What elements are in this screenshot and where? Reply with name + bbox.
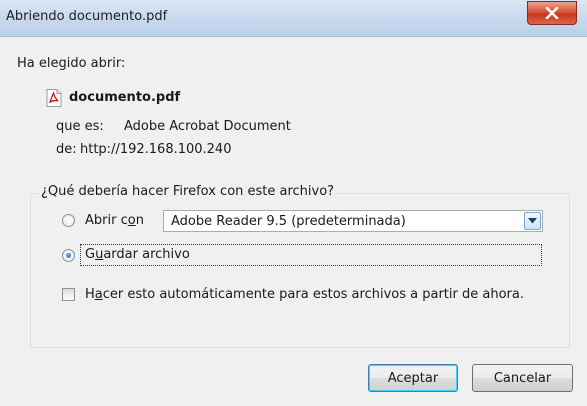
- close-icon: [545, 7, 559, 19]
- action-group-legend: ¿Qué debería hacer Firefox con este arch…: [38, 184, 338, 199]
- close-button[interactable]: [527, 1, 577, 25]
- from-value: http://192.168.100.240: [80, 142, 232, 157]
- radio-selected-dot: [66, 253, 71, 258]
- from-label: de:: [56, 142, 77, 157]
- file-name: documento.pdf: [69, 90, 181, 105]
- type-label: que es:: [56, 119, 104, 134]
- app-select-value: Adobe Reader 9.5 (predeterminada): [171, 214, 406, 229]
- intro-text: Ha elegido abrir:: [17, 56, 126, 71]
- auto-label[interactable]: Hacer esto automáticamente para estos ar…: [85, 287, 524, 302]
- chevron-down-icon: [528, 218, 537, 224]
- window-title: Abriendo documento.pdf: [6, 9, 168, 24]
- dropdown-button[interactable]: [524, 212, 541, 230]
- app-select[interactable]: Adobe Reader 9.5 (predeterminada): [163, 210, 543, 232]
- save-file-radio[interactable]: [62, 249, 75, 262]
- auto-checkbox[interactable]: [62, 288, 75, 301]
- open-with-radio[interactable]: [62, 214, 75, 227]
- cancel-button[interactable]: Cancelar: [472, 364, 573, 392]
- type-value: Adobe Acrobat Document: [124, 119, 291, 134]
- ok-button[interactable]: Aceptar: [368, 364, 458, 392]
- open-with-label[interactable]: Abrir con: [85, 213, 144, 228]
- title-bar[interactable]: Abriendo documento.pdf: [0, 0, 587, 37]
- pdf-icon: [46, 89, 62, 107]
- dialog-window: Abriendo documento.pdf Ha elegido abrir:…: [0, 0, 587, 406]
- save-file-label[interactable]: Guardar archivo: [85, 247, 190, 262]
